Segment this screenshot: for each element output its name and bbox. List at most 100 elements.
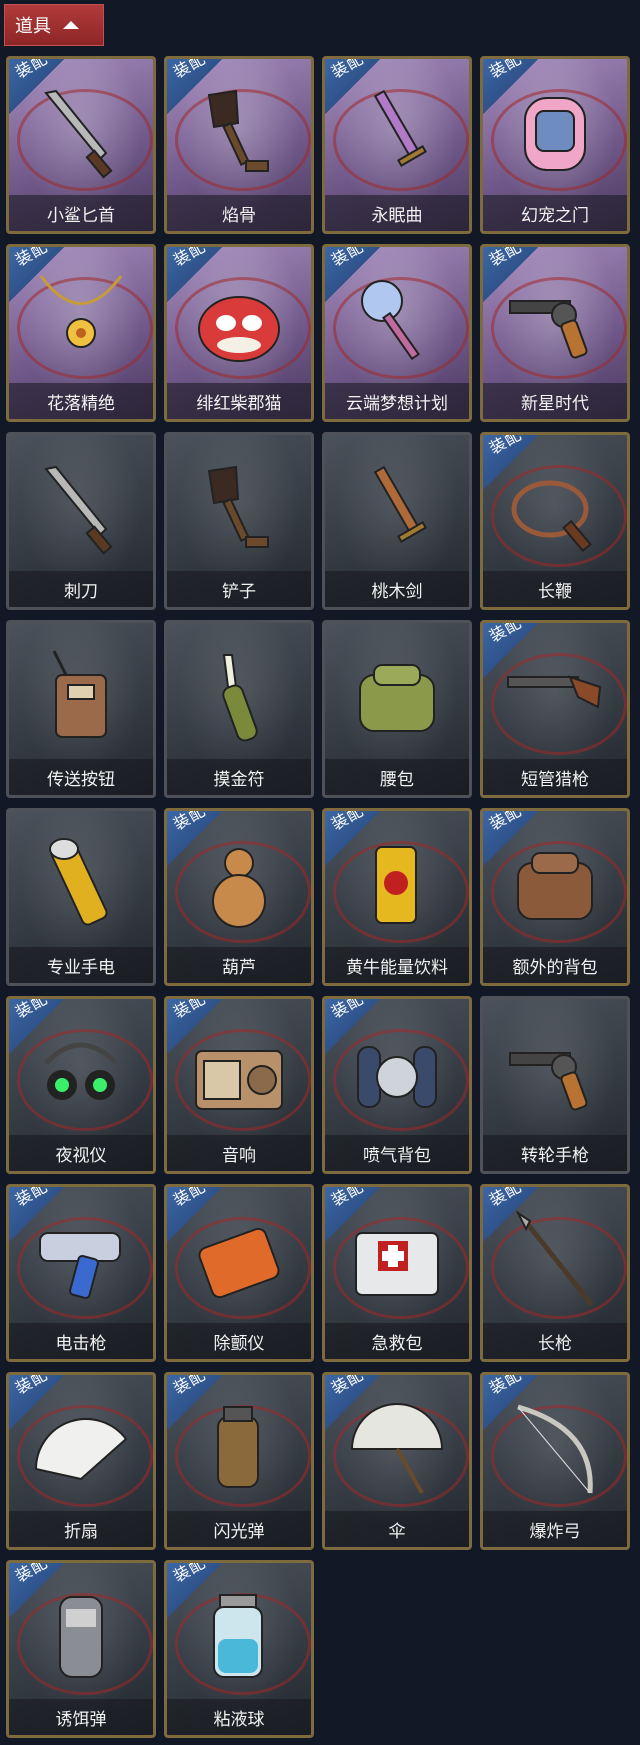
bag-icon	[325, 641, 469, 753]
item-card[interactable]: 装配绯红柴郡猫	[164, 244, 314, 422]
item-label-bar: 急救包	[325, 1323, 469, 1359]
item-card[interactable]: 装配音响	[164, 996, 314, 1174]
item-name: 伞	[388, 1521, 406, 1542]
equip-badge: 装配	[167, 1375, 228, 1436]
item-card[interactable]: 装配 夜视仪	[6, 996, 156, 1174]
item-card[interactable]: 装配小鲨匕首	[6, 56, 156, 234]
item-card[interactable]: 铲子	[164, 432, 314, 610]
item-card[interactable]: 装配 永眠曲	[322, 56, 472, 234]
item-card[interactable]: 装配 焰骨	[164, 56, 314, 234]
equip-badge-label: 装配	[486, 620, 525, 646]
item-card[interactable]: 装配伞	[322, 1372, 472, 1550]
equip-badge: 装配	[325, 1187, 386, 1248]
item-card[interactable]: 装配 新星时代	[480, 244, 630, 422]
equip-badge: 装配	[483, 435, 544, 496]
item-name: 小鲨匕首	[47, 205, 115, 226]
equip-badge: 装配	[167, 1560, 228, 1624]
equip-badge-label: 装配	[170, 808, 209, 834]
equip-badge: 装配	[483, 59, 544, 120]
equip-badge-label: 装配	[12, 1372, 51, 1398]
item-card[interactable]: 刺刀	[6, 432, 156, 610]
item-label-bar: 折扇	[9, 1511, 153, 1547]
equip-badge: 装配	[9, 59, 70, 120]
equip-badge: 装配	[9, 1372, 70, 1436]
item-label-bar: 闪光弹	[167, 1511, 311, 1547]
item-label-bar: 刺刀	[9, 571, 153, 607]
item-card[interactable]: 装配葫芦	[164, 808, 314, 986]
equip-badge: 装配	[325, 811, 386, 872]
item-card[interactable]: 装配电击枪	[6, 1184, 156, 1362]
item-name: 绯红柴郡猫	[196, 393, 282, 414]
equip-badge: 装配	[325, 59, 386, 120]
item-card[interactable]: 装配 喷气背包	[322, 996, 472, 1174]
equip-badge: 装配	[325, 999, 386, 1060]
item-card[interactable]: 传送按钮	[6, 620, 156, 798]
equip-badge: 装配	[483, 247, 544, 308]
item-label-bar: 诱饵弹	[9, 1699, 153, 1735]
item-label-bar: 伞	[325, 1511, 469, 1547]
equip-badge: 装配	[483, 1372, 544, 1436]
item-name: 刺刀	[64, 581, 98, 602]
item-name: 急救包	[371, 1333, 423, 1354]
item-label-bar: 腰包	[325, 759, 469, 795]
items-tab[interactable]: 道具	[4, 4, 104, 46]
item-label-bar: 长枪	[483, 1323, 627, 1359]
chevron-up-icon	[63, 21, 79, 29]
item-name: 音响	[222, 1145, 256, 1166]
equip-badge: 装配	[325, 247, 386, 308]
shovel-icon	[167, 453, 311, 565]
item-card[interactable]: 装配短管猎枪	[480, 620, 630, 798]
flashlight-icon	[9, 829, 153, 941]
item-name: 黄牛能量饮料	[346, 957, 448, 978]
item-card[interactable]: 装配 长鞭	[480, 432, 630, 610]
item-card[interactable]: 装配 花落精绝	[6, 244, 156, 422]
item-label-bar: 焰骨	[167, 195, 311, 231]
equip-badge: 装配	[325, 1375, 386, 1436]
equip-badge: 装配	[483, 808, 544, 872]
item-card[interactable]: 装配爆炸弓	[480, 1372, 630, 1550]
item-card[interactable]: 装配 长枪	[480, 1184, 630, 1362]
equip-badge: 装配	[167, 808, 228, 872]
item-card[interactable]: 摸金符	[164, 620, 314, 798]
item-card[interactable]: 装配 除颤仪	[164, 1184, 314, 1362]
item-card[interactable]: 装配 额外的背包	[480, 808, 630, 986]
equip-badge-label: 装配	[486, 808, 525, 834]
item-label-bar: 额外的背包	[483, 947, 627, 983]
talisman-icon	[167, 641, 311, 753]
item-name: 转轮手枪	[521, 1145, 589, 1166]
item-label-bar: 小鲨匕首	[9, 195, 153, 231]
item-name: 短管猎枪	[521, 769, 589, 790]
item-card[interactable]: 装配 折扇	[6, 1372, 156, 1550]
item-name: 铲子	[222, 581, 256, 602]
equip-badge: 装配	[483, 620, 544, 684]
item-card[interactable]: 桃木剑	[322, 432, 472, 610]
item-label-bar: 云端梦想计划	[325, 383, 469, 419]
item-name: 除颤仪	[213, 1333, 265, 1354]
item-name: 葫芦	[222, 957, 256, 978]
item-name: 爆炸弓	[529, 1521, 581, 1542]
item-card[interactable]: 腰包	[322, 620, 472, 798]
item-name: 电击枪	[55, 1333, 107, 1354]
item-name: 专业手电	[47, 957, 115, 978]
equip-badge: 装配	[9, 1187, 70, 1248]
equip-badge-label: 装配	[170, 244, 209, 270]
remote-icon	[9, 641, 153, 753]
item-card[interactable]: 装配急救包	[322, 1184, 472, 1362]
equip-badge-label: 装配	[486, 1372, 525, 1398]
item-label-bar: 音响	[167, 1135, 311, 1171]
item-card[interactable]: 装配 粘液球	[164, 1560, 314, 1738]
wood-sword-icon	[325, 453, 469, 565]
item-label-bar: 粘液球	[167, 1699, 311, 1735]
item-card[interactable]: 转轮手枪	[480, 996, 630, 1174]
item-card[interactable]: 装配 闪光弹	[164, 1372, 314, 1550]
item-label-bar: 电击枪	[9, 1323, 153, 1359]
item-card[interactable]: 装配 诱饵弹	[6, 1560, 156, 1738]
item-card[interactable]: 装配 云端梦想计划	[322, 244, 472, 422]
item-card[interactable]: 装配黄牛能量饮料	[322, 808, 472, 986]
equip-badge-label: 装配	[170, 996, 209, 1022]
item-card[interactable]: 专业手电	[6, 808, 156, 986]
equip-badge-label: 装配	[170, 1560, 209, 1586]
revolver-icon	[483, 1017, 627, 1129]
equip-badge-label: 装配	[170, 56, 209, 82]
item-card[interactable]: 装配 幻宠之门	[480, 56, 630, 234]
